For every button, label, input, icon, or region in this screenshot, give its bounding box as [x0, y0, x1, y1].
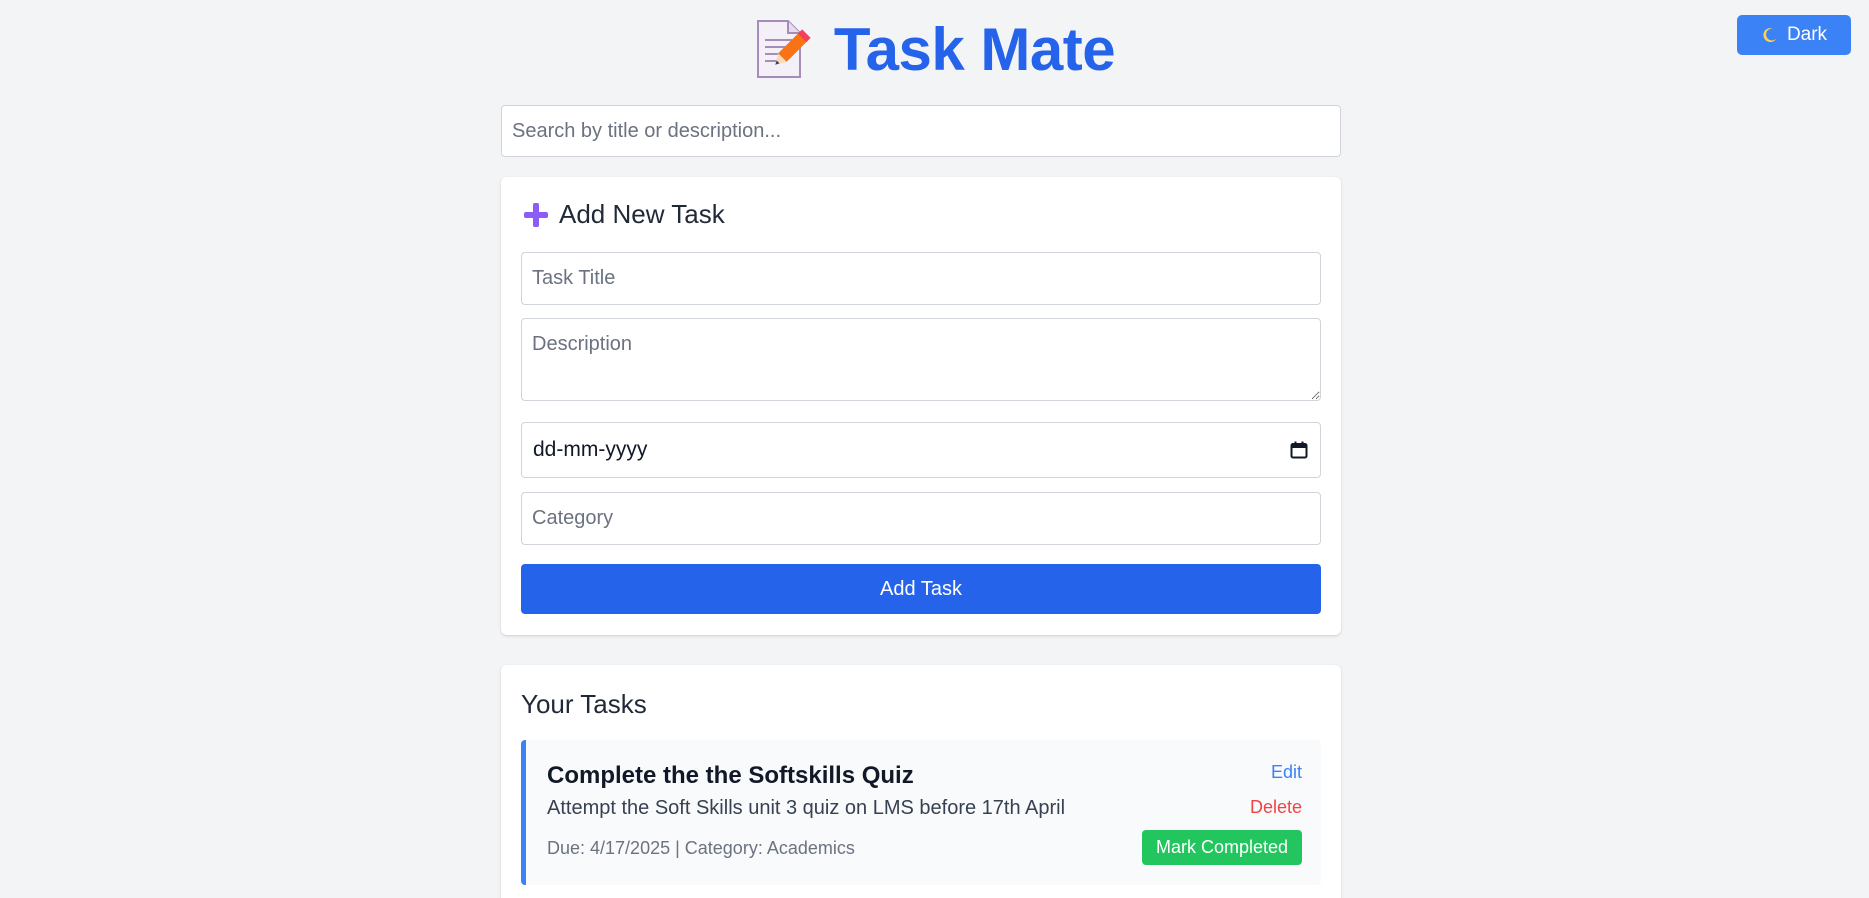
app-page: Dark Task Mate Search by title or descri…: [0, 0, 1869, 898]
mark-completed-button[interactable]: Mark Completed: [1142, 830, 1302, 865]
plus-icon: [523, 202, 549, 228]
task-meta: Due: 4/17/2025 | Category: Academics: [547, 838, 855, 858]
add-task-button[interactable]: Add Task: [521, 564, 1321, 614]
edit-task-button[interactable]: Edit: [1271, 762, 1302, 783]
task-description: Attempt the Soft Skills unit 3 quiz on L…: [547, 797, 1066, 819]
due-date-placeholder: dd-mm-yyyy: [533, 438, 648, 461]
memo-icon: [754, 18, 812, 80]
tasks-card: Your Tasks Complete the the Softskills Q…: [501, 665, 1341, 898]
task-item: Complete the the Softskills Quiz Attempt…: [521, 740, 1321, 885]
due-date-input[interactable]: dd-mm-yyyy: [521, 422, 1321, 478]
calendar-icon[interactable]: [1290, 441, 1308, 459]
add-task-heading: Add New Task: [523, 199, 725, 230]
add-task-card: Add New Task dd-mm-yyyy Add Task: [501, 177, 1341, 635]
app-title: Task Mate: [833, 15, 1116, 83]
add-task-heading-text: Add New Task: [559, 199, 725, 229]
task-title: Complete the the Softskills Quiz: [547, 762, 914, 789]
task-category-input[interactable]: [521, 492, 1321, 545]
tasks-heading: Your Tasks: [521, 689, 647, 719]
search-input[interactable]: [501, 105, 1341, 157]
task-description-input[interactable]: [521, 318, 1321, 401]
task-title-input[interactable]: [521, 252, 1321, 305]
app-header: Task Mate: [0, 14, 1869, 84]
delete-task-button[interactable]: Delete: [1250, 797, 1302, 818]
